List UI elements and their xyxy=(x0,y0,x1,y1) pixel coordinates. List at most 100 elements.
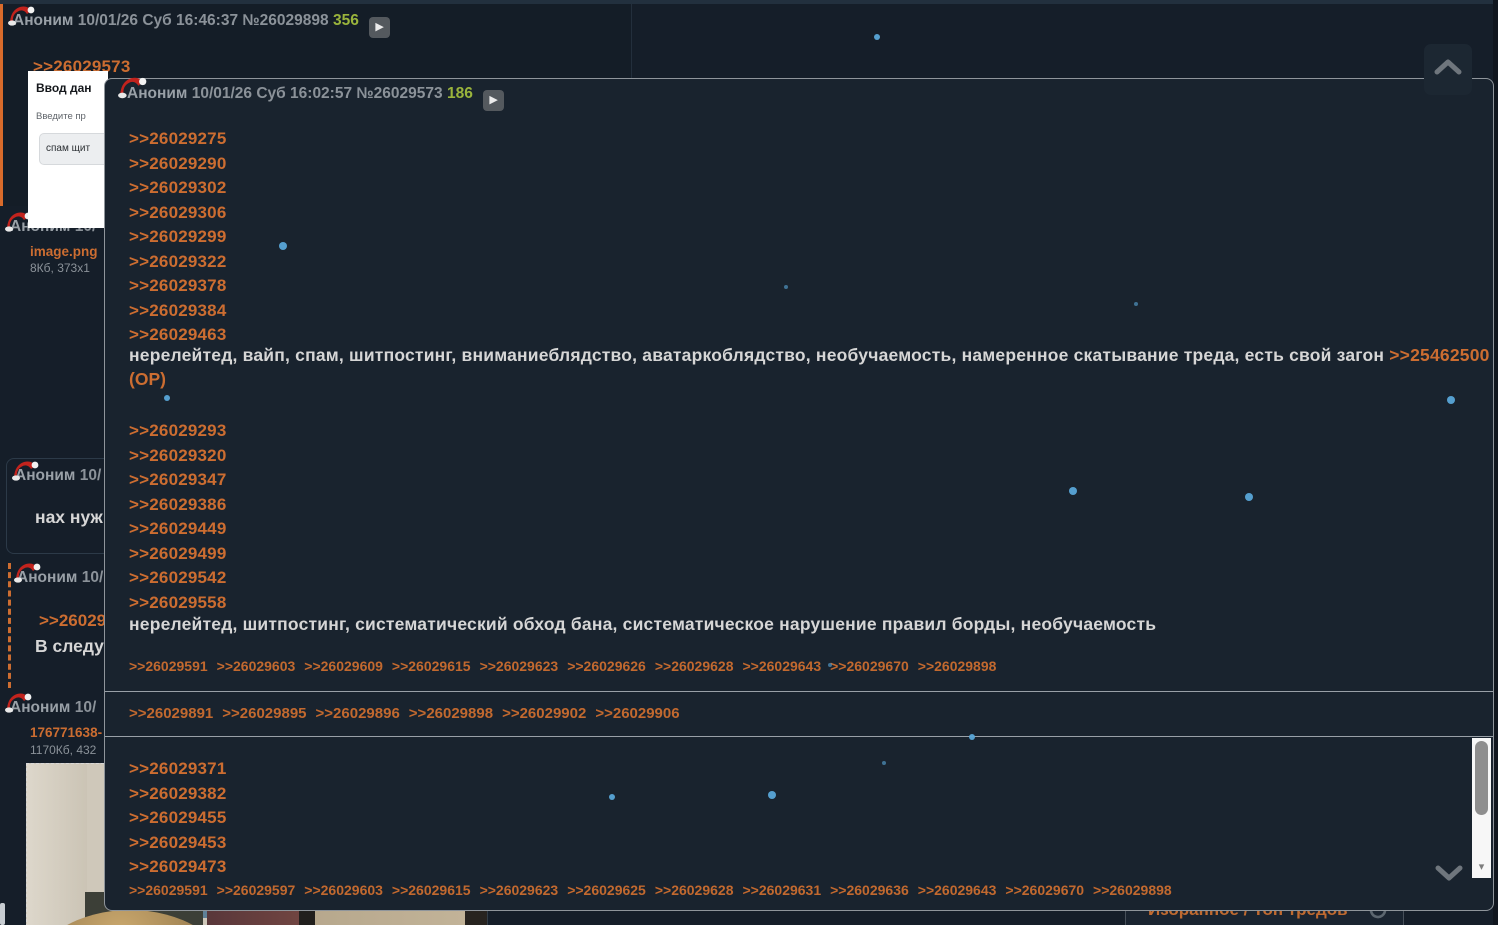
quote-link[interactable]: >>26029378 xyxy=(129,274,227,299)
quote-link[interactable]: >>26029320 xyxy=(129,444,227,469)
post-number[interactable]: №26029898 xyxy=(242,12,328,29)
quote-link[interactable]: >>26029453 xyxy=(129,831,227,856)
reply-backlink[interactable]: >>26029628 xyxy=(655,658,734,674)
quote-link[interactable]: >>26029302 xyxy=(129,176,227,201)
quote-link[interactable]: >>26029455 xyxy=(129,806,227,831)
quote-link[interactable]: >>26029290 xyxy=(129,152,227,177)
quote-link[interactable]: >>26029322 xyxy=(129,250,227,275)
file-size: 8Кб, 373x1 xyxy=(30,261,90,275)
reply-backlink[interactable]: >>26029898 xyxy=(1093,882,1172,898)
scrollbar-down-arrow-icon[interactable]: ▾ xyxy=(1475,862,1488,873)
santa-hat-icon xyxy=(4,691,32,722)
snowflake-dot xyxy=(1069,487,1077,495)
file-link[interactable]: image.png xyxy=(30,244,98,259)
reply-count: 356 xyxy=(332,12,359,29)
reply-backlink[interactable]: >>26029891 xyxy=(129,705,213,722)
reply-backlink[interactable]: >>26029898 xyxy=(918,658,997,674)
quote-link[interactable]: >>26029293 xyxy=(129,419,227,444)
reply-count: 186 xyxy=(446,85,473,102)
reply-backlink[interactable]: >>26029591 xyxy=(129,658,208,674)
scroll-to-bottom-button[interactable] xyxy=(1432,862,1466,888)
content-column-divider xyxy=(487,911,488,925)
page-mini-scrollbar[interactable] xyxy=(0,903,5,925)
snowflake-dot xyxy=(164,395,170,401)
quote-link[interactable]: >>26029275 xyxy=(129,127,227,152)
reply-backlink[interactable]: >>26029898 xyxy=(409,705,493,722)
reply-backlink[interactable]: >>26029628 xyxy=(655,882,734,898)
photo-wall-left xyxy=(27,764,87,925)
thumb-title: Ввод дан xyxy=(36,81,92,95)
reply-backlink[interactable]: >>26029603 xyxy=(217,658,296,674)
quote-link[interactable]: >>26029558 xyxy=(129,591,227,616)
quote-link[interactable]: >>26029382 xyxy=(129,782,227,807)
thumb-subtitle: Введите пр xyxy=(36,111,86,122)
post-paragraph-1: нерелейтед, вайп, спам, шитпостинг, вним… xyxy=(129,345,1490,366)
play-button-icon[interactable]: ▶ xyxy=(369,17,391,38)
reply-backlink[interactable]: >>26029603 xyxy=(304,882,383,898)
quote-link[interactable]: >>26029347 xyxy=(129,468,227,493)
reply-backlink[interactable]: >>26029625 xyxy=(567,882,646,898)
santa-hat-icon xyxy=(11,459,39,490)
play-button-icon[interactable]: ▶ xyxy=(483,90,505,111)
post-header: Аноним 10/01/26 Суб 16:46:37 №26029898 3… xyxy=(8,6,641,38)
reply-backlink[interactable]: >>26029643 xyxy=(742,658,821,674)
snowflake-dot xyxy=(784,285,788,289)
reply-backlink[interactable]: >>26029631 xyxy=(742,882,821,898)
replies-row-2: >>26029591 >>26029597 >>26029603 >>26029615… xyxy=(129,882,1172,898)
reply-backlink[interactable]: >>26029643 xyxy=(918,882,997,898)
popup-scrollbar[interactable]: ▾ xyxy=(1472,738,1491,878)
paragraph-text: нерелейтед, вайп, спам, шитпостинг, вним… xyxy=(129,345,1390,365)
reply-backlink[interactable]: >>26029626 xyxy=(567,658,646,674)
reply-backlink[interactable]: >>26029670 xyxy=(830,658,909,674)
file-link[interactable]: 176771638- xyxy=(30,725,102,740)
reply-backlink[interactable]: >>26029615 xyxy=(392,658,471,674)
reply-backlink[interactable]: >>26029895 xyxy=(222,705,306,722)
quote-link[interactable]: >>26029299 xyxy=(129,225,227,250)
reply-backlink[interactable]: >>26029896 xyxy=(316,705,400,722)
snowflake-dot xyxy=(1447,396,1455,404)
snowflake-dot xyxy=(609,794,615,800)
reply-backlink[interactable]: >>26029591 xyxy=(129,882,208,898)
replies-row-1: >>26029591 >>26029603 >>26029609 >>26029615… xyxy=(129,658,996,674)
quote-link[interactable]: >>26029449 xyxy=(129,517,227,542)
post-date: 10/01/26 Суб 16:02:57 xyxy=(191,85,353,102)
thumb-button: спам щит xyxy=(39,133,108,165)
reply-backlink[interactable]: >>26029636 xyxy=(830,882,909,898)
post-date: 10/01/26 Суб 16:46:37 xyxy=(77,12,239,29)
quote-link[interactable]: >>26029371 xyxy=(129,757,227,782)
reply-backlink[interactable]: >>26029597 xyxy=(217,882,296,898)
quote-links-block-3: >>26029371 >>26029382 >>26029455 >>26029453… xyxy=(129,757,227,880)
quote-link[interactable]: >>26029499 xyxy=(129,542,227,567)
replies-row-middle: >>26029891 >>26029895 >>26029896 >>26029898… xyxy=(129,705,680,722)
post-body: нах нужн xyxy=(35,507,114,527)
snowflake-dot xyxy=(828,663,832,667)
snowflake-dot xyxy=(1134,302,1138,306)
reply-backlink[interactable]: >>26029623 xyxy=(480,882,559,898)
snowflake-dot xyxy=(768,791,776,799)
reply-backlink[interactable]: >>26029623 xyxy=(480,658,559,674)
santa-hat-icon xyxy=(13,561,41,592)
reply-backlink[interactable]: >>26029615 xyxy=(392,882,471,898)
reply-backlink[interactable]: >>26029670 xyxy=(1005,882,1084,898)
quote-link[interactable]: >>26029306 xyxy=(129,201,227,226)
image-thumbnail-captcha[interactable]: Ввод дан Введите пр спам щит xyxy=(28,71,108,228)
scroll-to-top-button[interactable] xyxy=(1424,44,1472,95)
reply-backlink[interactable]: >>26029609 xyxy=(304,658,383,674)
scrollbar-thumb[interactable] xyxy=(1475,741,1488,815)
quote-links-block-1: >>26029275 >>26029290 >>26029302 >>26029306… xyxy=(129,127,227,348)
post-with-image: Аноним 10/ image.png 8Кб, 373x1 xyxy=(0,210,110,452)
post-date: 10/ xyxy=(79,467,102,484)
quote-link[interactable]: >>26029463 xyxy=(129,323,227,348)
quote-link[interactable]: >>26029473 xyxy=(129,855,227,880)
santa-hat-icon xyxy=(7,4,35,35)
reply-backlink[interactable]: >>26029906 xyxy=(595,705,679,722)
quote-link[interactable]: >>26029384 xyxy=(129,299,227,324)
popup-divider-1 xyxy=(105,691,1493,692)
post-number[interactable]: №26029573 xyxy=(356,85,442,102)
op-suffix: (ОР) xyxy=(129,369,166,389)
quote-link[interactable]: >>26029542 xyxy=(129,566,227,591)
santa-hat-icon xyxy=(117,75,147,108)
op-quote-link[interactable]: >>25462500 xyxy=(1389,345,1489,365)
quote-link[interactable]: >>26029386 xyxy=(129,493,227,518)
reply-backlink[interactable]: >>26029902 xyxy=(502,705,586,722)
